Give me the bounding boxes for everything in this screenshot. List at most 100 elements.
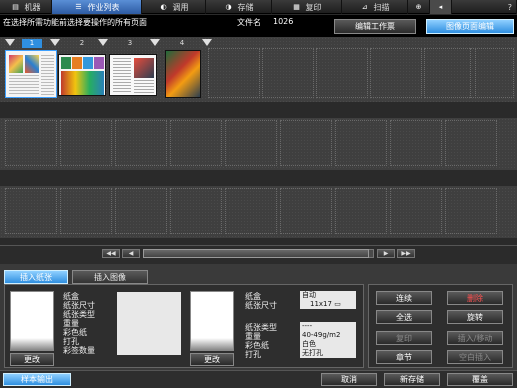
right-prop-type-value: ---- (300, 322, 356, 331)
select-all-button[interactable]: 全选 (376, 310, 432, 324)
right-paper-preview (190, 291, 234, 351)
scroll-prev-button[interactable]: ◀ (122, 249, 140, 258)
page-image (72, 57, 82, 69)
copy-icon: ▦ (293, 3, 300, 11)
row-separator (0, 170, 517, 186)
tab-scan-label: 扫描 (373, 2, 390, 12)
tab-recall[interactable]: ◐ 调用 (142, 0, 206, 14)
page-number-4[interactable]: 4 (172, 39, 192, 48)
empty-page-slot (445, 120, 497, 166)
left-change-button[interactable]: 更改 (10, 353, 54, 366)
blank-insert-button[interactable]: 空白插入 (447, 350, 503, 364)
page-thumbnail-3[interactable] (109, 54, 157, 96)
empty-page-slot (225, 120, 277, 166)
paper-orientation-icon: ▭ (334, 300, 341, 308)
tab-scan[interactable]: ⊿ 扫描 (342, 0, 408, 14)
insert-marker[interactable] (202, 39, 212, 46)
right-prop-punch-label: 打孔 (245, 350, 261, 359)
left-prop-tab-count-label: 彩签数量 (63, 346, 95, 355)
right-prop-weight-value: 40-49g/m2 (300, 331, 356, 340)
page-text (134, 80, 154, 94)
tab-recall-label: 调用 (172, 2, 189, 12)
page-thumbnail-2[interactable] (58, 54, 106, 96)
sound-icon: ◂ (438, 3, 443, 11)
page-image (134, 58, 154, 78)
insert-marker[interactable] (5, 39, 15, 46)
empty-page-slot (60, 188, 112, 234)
right-prop-color-value: 白色 (300, 340, 356, 349)
save-new-button[interactable]: 新存储 (384, 373, 440, 386)
scroll-first-button[interactable]: ◀◀ (102, 249, 120, 258)
globe-button[interactable]: ⊕ (408, 0, 430, 14)
empty-page-slot (170, 120, 222, 166)
globe-icon: ⊕ (415, 3, 422, 11)
left-prop-values (117, 292, 181, 355)
scroll-next-button[interactable]: ▶ (377, 249, 395, 258)
help-button[interactable]: ? (452, 0, 517, 14)
tab-insert-image[interactable]: 插入图像 (72, 270, 148, 284)
insert-marker[interactable] (150, 39, 160, 46)
empty-page-slot (445, 188, 497, 234)
left-paper-preview (10, 291, 54, 351)
rotate-button[interactable]: 旋转 (447, 310, 503, 324)
right-prop-punch-value: 无打孔 (300, 349, 356, 358)
empty-page-slot (262, 48, 314, 98)
empty-page-slot (335, 188, 387, 234)
empty-page-slot (470, 48, 514, 98)
machine-icon: ▤ (12, 3, 19, 11)
page-thumbnail-1[interactable] (5, 50, 57, 98)
paper-shadow (11, 338, 53, 350)
tab-store[interactable]: ◑ 存储 (206, 0, 272, 14)
right-change-button[interactable]: 更改 (190, 353, 234, 366)
tab-copy[interactable]: ▦ 复印 (272, 0, 342, 14)
insert-move-button[interactable]: 插入/移动 (447, 331, 503, 345)
page-text (9, 75, 39, 95)
empty-page-slot (115, 120, 167, 166)
page-number-1[interactable]: 1 (22, 39, 42, 48)
mute-button[interactable]: ◂ (430, 0, 452, 14)
page-text (41, 55, 54, 95)
empty-page-slot (170, 188, 222, 234)
empty-page-slot (208, 48, 260, 98)
page-number-2[interactable]: 2 (72, 39, 92, 48)
page-image (61, 71, 104, 95)
tab-insert-paper[interactable]: 插入纸张 (4, 270, 68, 284)
file-name-label: 文件名 (237, 18, 261, 27)
job-list-icon: ☰ (75, 3, 82, 11)
page-image (61, 57, 71, 69)
sample-output-button[interactable]: 样本输出 (3, 373, 71, 386)
overwrite-button[interactable]: 覆盖 (447, 373, 513, 386)
continuous-button[interactable]: 连续 (376, 291, 432, 305)
paper-shadow (191, 338, 233, 350)
delete-button[interactable]: 删除 (447, 291, 503, 305)
copy-button[interactable]: 复印 (376, 331, 432, 345)
chapter-button[interactable]: 章节 (376, 350, 432, 364)
empty-page-slot (225, 188, 277, 234)
edit-job-ticket-button[interactable]: 编辑工作票 (334, 19, 416, 34)
empty-page-slot (370, 48, 422, 98)
scroll-last-button[interactable]: ▶▶ (397, 249, 415, 258)
empty-page-slot (280, 120, 332, 166)
empty-page-slot (316, 48, 368, 98)
page-text (113, 58, 131, 94)
page-image (94, 57, 104, 69)
image-page-edit-button[interactable]: 图像页面编辑 (426, 19, 514, 34)
paper-size-text: 11x17 (310, 300, 332, 308)
top-nav-bar: ▤ 机器 ☰ 作业列表 ◐ 调用 ◑ 存储 ▦ 复印 ⊿ 扫描 ⊕ ◂ ? (0, 0, 517, 14)
empty-page-slot (115, 188, 167, 234)
store-icon: ◑ (225, 3, 232, 11)
insert-marker[interactable] (50, 39, 60, 46)
page-image (25, 55, 39, 73)
scroll-thumb[interactable] (143, 249, 369, 258)
page-image (9, 55, 23, 73)
right-prop-tray-value: 自动 (300, 291, 356, 300)
cancel-button[interactable]: 取消 (321, 373, 377, 386)
tab-job-list[interactable]: ☰ 作业列表 (52, 0, 142, 14)
insert-marker[interactable] (98, 39, 108, 46)
page-thumbnail-4[interactable] (165, 50, 201, 98)
tab-machine[interactable]: ▤ 机器 (0, 0, 52, 14)
help-icon: ? (507, 2, 512, 12)
page-number-3[interactable]: 3 (120, 39, 140, 48)
row-separator (0, 238, 517, 245)
tab-machine-label: 机器 (24, 2, 41, 12)
